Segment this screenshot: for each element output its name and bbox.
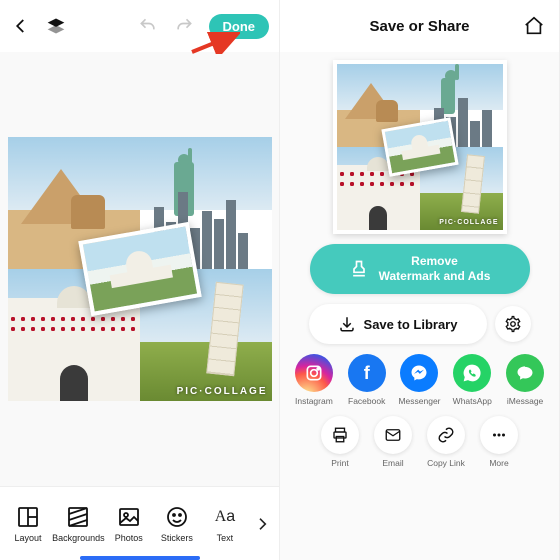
tool-label: Photos [115, 533, 143, 543]
remove-line1: Remove [379, 254, 491, 269]
undo-icon[interactable] [138, 15, 159, 37]
share-whatsapp[interactable]: WhatsApp [450, 354, 494, 406]
tool-stickers[interactable]: Stickers [153, 505, 201, 543]
save-settings-button[interactable] [495, 306, 531, 342]
text-icon: Aa [213, 505, 237, 529]
watermark-label: PIC·COLLAGE [439, 219, 498, 226]
done-button[interactable]: Done [209, 14, 270, 39]
action-copylink[interactable]: Copy Link [424, 416, 468, 468]
share-body: PIC·COLLAGE Remove Watermark and Ads Sav… [280, 52, 559, 560]
action-print[interactable]: Print [318, 416, 362, 468]
save-label: Save to Library [364, 317, 458, 332]
collage-canvas[interactable]: PIC·COLLAGE [0, 52, 279, 486]
instagram-icon [295, 354, 333, 392]
tool-label: Layout [15, 533, 42, 543]
watermark-label: PIC·COLLAGE [177, 386, 268, 397]
page-title: Save or Share [369, 18, 469, 35]
remove-watermark-button[interactable]: Remove Watermark and Ads [310, 244, 530, 294]
gear-icon [504, 315, 522, 333]
stamp-icon [349, 259, 369, 279]
more-icon [480, 416, 518, 454]
share-label: Instagram [295, 396, 333, 406]
toolbar-next-icon[interactable] [249, 516, 275, 532]
tool-text[interactable]: Aa Text [201, 505, 249, 543]
tool-label: Backgrounds [52, 533, 105, 543]
facebook-icon: f [348, 354, 386, 392]
layers-icon[interactable] [45, 15, 66, 37]
action-label: Email [382, 458, 403, 468]
editor-screen: Done [0, 0, 280, 560]
tool-label: Text [217, 533, 234, 543]
download-icon [338, 315, 356, 333]
save-library-button[interactable]: Save to Library [309, 304, 487, 344]
share-facebook[interactable]: f Facebook [345, 354, 389, 406]
action-more[interactable]: More [477, 416, 521, 468]
editor-toolbar: Layout Backgrounds Photos Stickers Aa Te… [0, 486, 279, 560]
share-instagram[interactable]: Instagram [292, 354, 336, 406]
remove-line2: Watermark and Ads [379, 269, 491, 284]
home-icon[interactable] [523, 15, 545, 37]
share-imessage[interactable]: iMessage [503, 354, 547, 406]
share-label: iMessage [507, 396, 543, 406]
link-icon [427, 416, 465, 454]
save-row: Save to Library [309, 304, 531, 344]
action-label: Copy Link [427, 458, 465, 468]
share-label: WhatsApp [453, 396, 492, 406]
action-label: More [489, 458, 508, 468]
share-label: Facebook [348, 396, 385, 406]
tool-photos[interactable]: Photos [105, 505, 153, 543]
share-messenger[interactable]: Messenger [398, 354, 442, 406]
collage[interactable]: PIC·COLLAGE [8, 137, 272, 401]
imessage-icon [506, 354, 544, 392]
action-label: Print [331, 458, 348, 468]
share-apps-row: Instagram f Facebook Messenger WhatsApp … [292, 354, 547, 406]
tool-label: Stickers [161, 533, 193, 543]
share-actions-row: Print Email Copy Link More [292, 416, 547, 468]
email-icon [374, 416, 412, 454]
share-screen: Save or Share PIC·COLLAGE Remove Waterma… [280, 0, 560, 560]
print-icon [321, 416, 359, 454]
tool-backgrounds[interactable]: Backgrounds [52, 505, 105, 543]
back-icon[interactable] [10, 15, 31, 37]
redo-icon[interactable] [173, 15, 194, 37]
share-label: Messenger [398, 396, 440, 406]
editor-topbar: Done [0, 0, 279, 52]
messenger-icon [400, 354, 438, 392]
share-topbar: Save or Share [280, 0, 559, 52]
action-email[interactable]: Email [371, 416, 415, 468]
whatsapp-icon [453, 354, 491, 392]
tool-layout[interactable]: Layout [4, 505, 52, 543]
home-indicator [80, 556, 200, 560]
collage-preview[interactable]: PIC·COLLAGE [333, 60, 507, 234]
